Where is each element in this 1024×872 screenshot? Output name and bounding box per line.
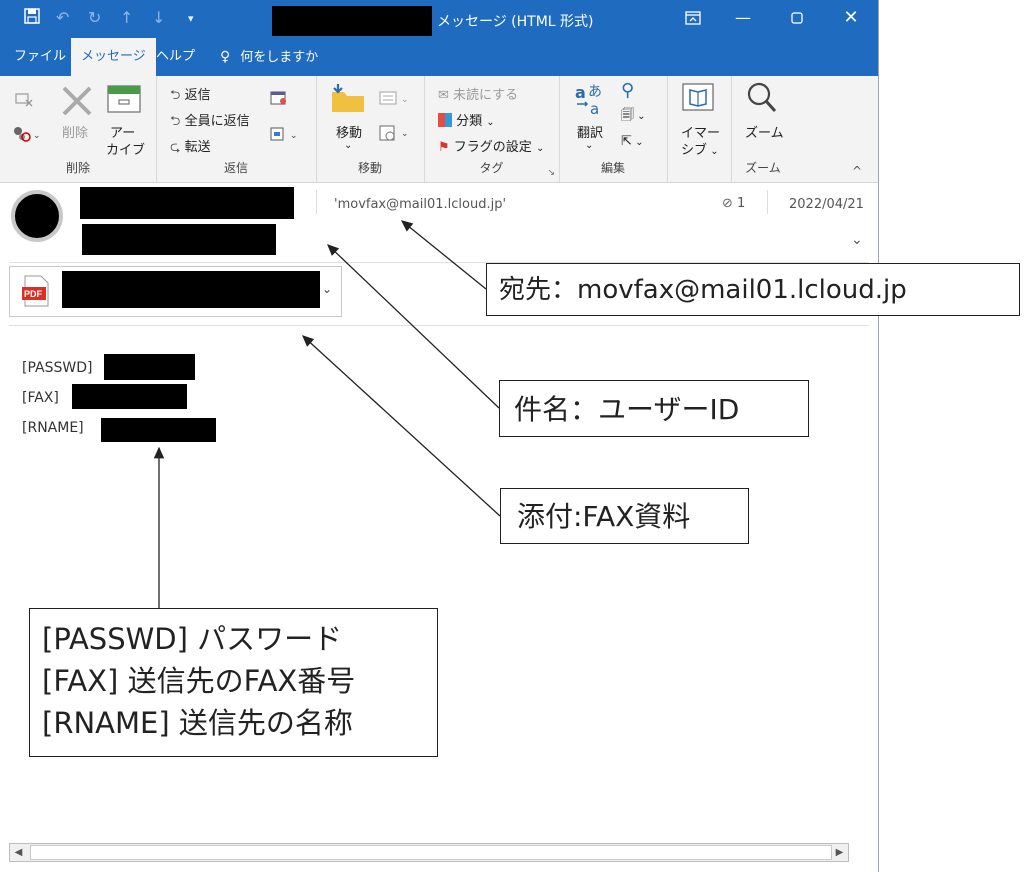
legend-fax: [FAX] 送信先のFAX番号 <box>42 664 356 698</box>
callout-subject: 件名：ユーザーID <box>499 380 809 437</box>
callout-legend: [PASSWD] パスワード [FAX] 送信先のFAX番号 [RNAME] 送… <box>29 608 438 757</box>
callout-attachment: 添付:FAX資料 <box>500 488 749 544</box>
arrow-to-address <box>400 220 487 290</box>
arrow-to-attachment <box>302 335 501 517</box>
legend-passwd: [PASSWD] パスワード <box>42 622 343 656</box>
arrow-to-subject <box>327 244 500 409</box>
legend-rname: [RNAME] 送信先の名称 <box>42 706 353 740</box>
callout-to: 宛先：movfax@mail01.lcloud.jp <box>486 263 1020 316</box>
